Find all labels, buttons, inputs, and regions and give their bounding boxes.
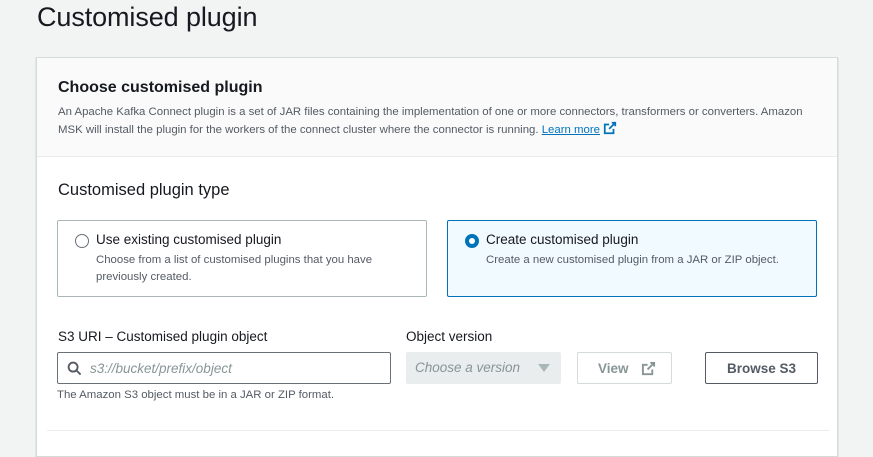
radio-create-plugin[interactable] [465,234,479,248]
tile-description: Choose from a list of customised plugins… [96,254,373,283]
plugin-type-label: Customised plugin type [58,181,230,199]
container-header: Choose customised plugin An Apache Kafka… [37,58,837,157]
s3-uri-field[interactable] [57,352,391,384]
object-version-select[interactable]: Choose a version [406,352,561,384]
section-heading: Choose customised plugin [58,79,263,96]
object-version-placeholder: Choose a version [415,360,521,375]
radio-use-existing[interactable] [75,234,89,248]
s3-uri-label: S3 URI – Customised plugin object [58,329,268,344]
search-icon [67,361,82,381]
s3-uri-input[interactable] [90,357,380,379]
object-version-label: Object version [406,329,493,344]
divider [47,430,829,431]
section-description-text: An Apache Kafka Connect plugin is a set … [58,106,803,136]
external-link-icon [641,361,656,379]
page-title: Customised plugin [37,2,258,32]
choose-plugin-container: Choose customised plugin An Apache Kafka… [36,57,838,457]
section-description: An Apache Kafka Connect plugin is a set … [58,104,828,141]
tile-description: Create a new customised plugin from a JA… [486,254,779,266]
external-link-icon [603,121,617,141]
browse-s3-button[interactable]: Browse S3 [705,352,818,384]
learn-more-label: Learn more [541,124,600,136]
tile-use-existing-plugin[interactable]: Use existing customised plugin Choose fr… [57,220,427,297]
s3-uri-hint: The Amazon S3 object must be in a JAR or… [57,389,335,401]
tile-create-plugin[interactable]: Create customised plugin Create a new cu… [447,220,817,297]
learn-more-link[interactable]: Learn more [541,121,617,136]
tile-title: Use existing customised plugin [96,232,282,247]
tile-title: Create customised plugin [486,232,639,247]
caret-down-icon [538,364,550,372]
view-button[interactable]: View [577,352,672,384]
view-label: View [598,361,629,376]
